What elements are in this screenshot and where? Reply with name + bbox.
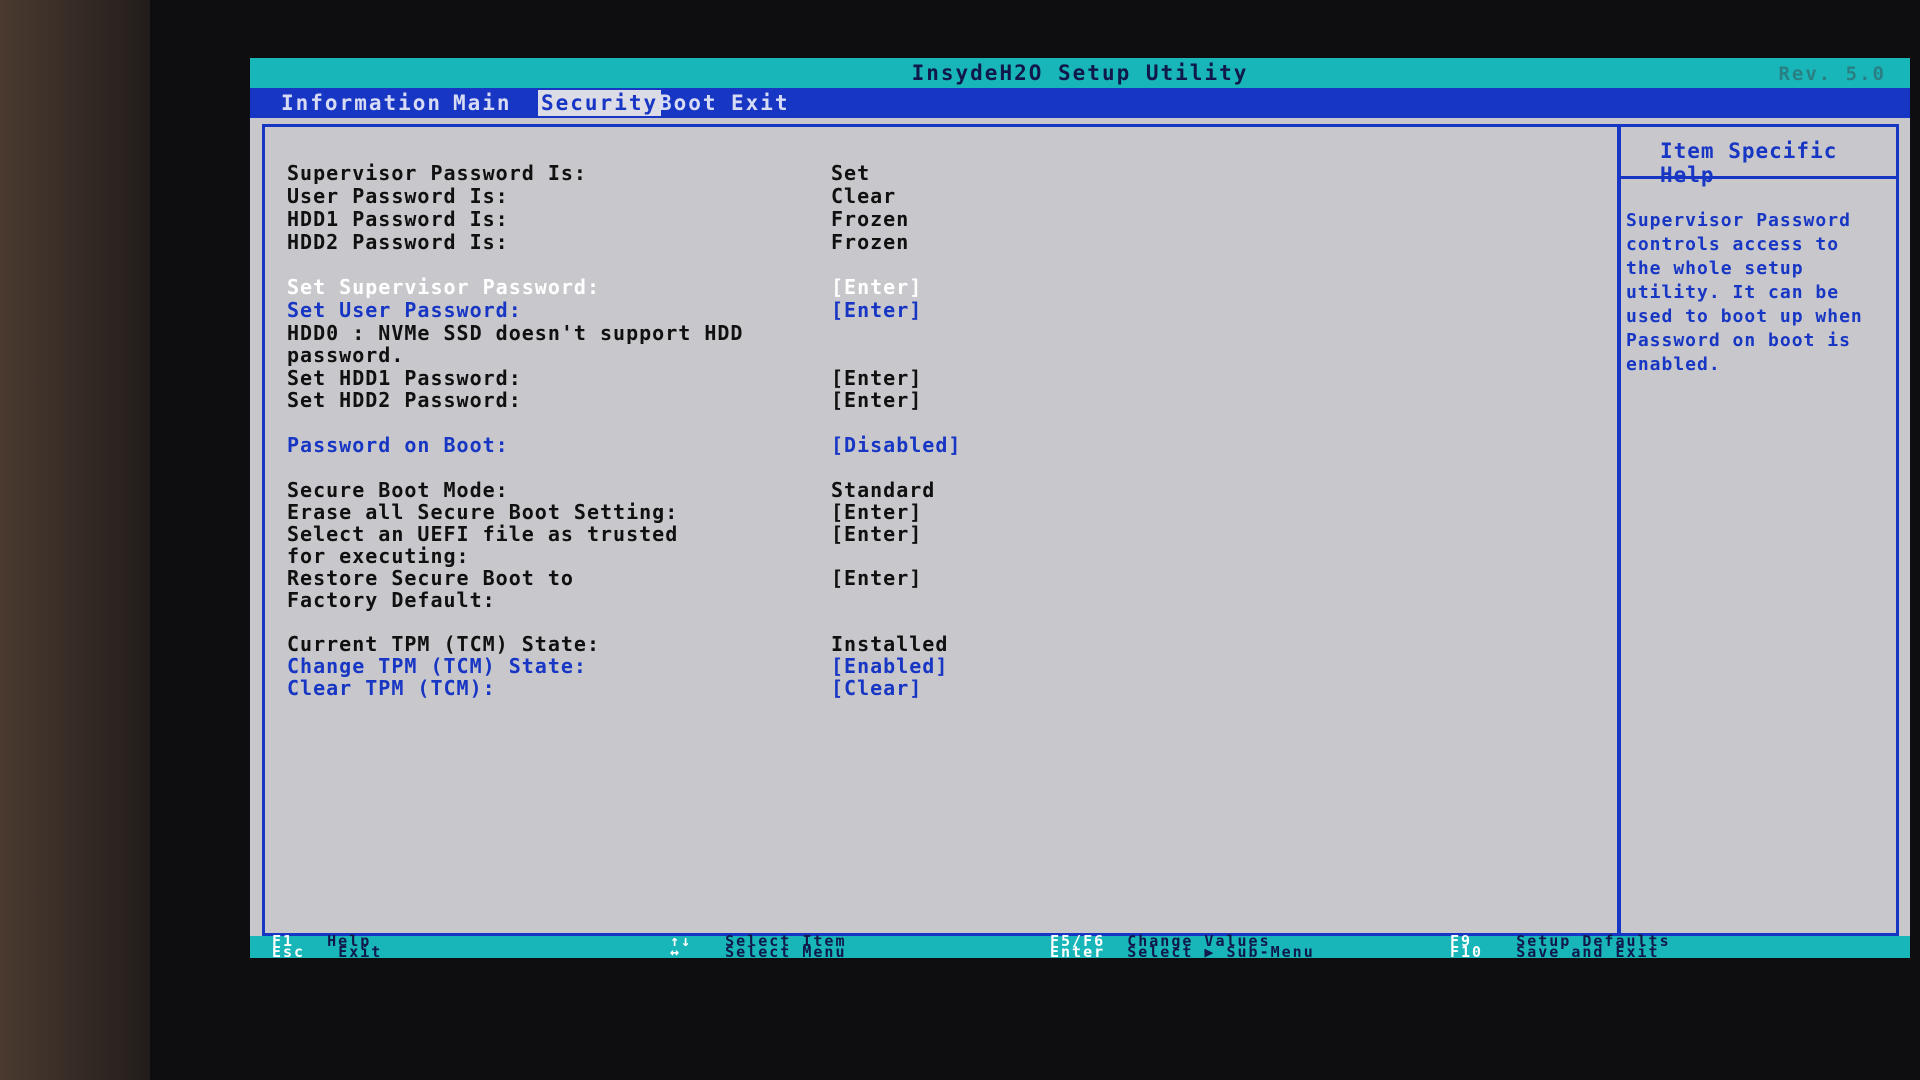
settings-panel: Supervisor Password Is: Set User Passwor…	[262, 124, 1621, 936]
change-tpm-state-item[interactable]: Change TPM (TCM) State:	[287, 654, 587, 678]
password-on-boot-value[interactable]: [Disabled]	[831, 433, 961, 457]
current-tpm-state-value: Installed	[831, 632, 949, 656]
save-and-exit-desc: Save and Exit	[1516, 943, 1660, 959]
restore-secure-boot-label: Restore Secure Boot to	[287, 566, 574, 590]
user-password-status-label: User Password Is:	[287, 184, 509, 208]
esc-desc: Exit	[338, 943, 383, 959]
sub-menu-desc: Select ▶ Sub-Menu	[1127, 943, 1315, 959]
window-title: InsydeH2O Setup Utility	[911, 61, 1249, 85]
tab-exit[interactable]: Exit	[728, 90, 793, 116]
bios-screen: InsydeH2O Setup Utility Rev. 5.0 Informa…	[250, 58, 1910, 958]
change-tpm-state-value[interactable]: [Enabled]	[831, 654, 948, 678]
user-password-status-value: Clear	[831, 184, 897, 208]
tab-main[interactable]: Main	[450, 90, 515, 116]
secure-boot-mode-value: Standard	[831, 478, 936, 502]
secure-boot-mode-label: Secure Boot Mode:	[287, 478, 509, 502]
select-uefi-file-label: Select an UEFI file as trusted	[287, 522, 679, 546]
set-hdd2-password-value: [Enter]	[831, 388, 923, 412]
footer-keys-help-exit: F1 Help Esc Exit	[272, 934, 383, 959]
enter-key: Enter	[1050, 943, 1106, 959]
set-hdd1-password-value: [Enter]	[831, 366, 923, 390]
hdd1-password-status-value: Frozen	[831, 207, 910, 231]
hdd2-password-status-value: Frozen	[831, 230, 910, 254]
help-text: Supervisor Password controls access to t…	[1626, 210, 1863, 375]
password-on-boot-item[interactable]: Password on Boot:	[287, 433, 509, 457]
title-bar: InsydeH2O Setup Utility Rev. 5.0	[250, 58, 1910, 88]
footer-keys-defaults: F9 Setup Defaults F10 Save and Exit	[1450, 934, 1671, 959]
set-hdd1-password-label: Set HDD1 Password:	[287, 366, 522, 390]
left-right-arrows-icon: ↔	[670, 943, 682, 959]
clear-tpm-item[interactable]: Clear TPM (TCM):	[287, 676, 496, 700]
set-user-password-item[interactable]: Set User Password:	[287, 298, 522, 322]
f10-key: F10	[1450, 943, 1484, 959]
erase-secure-boot-value: [Enter]	[831, 500, 923, 524]
tab-information[interactable]: Information	[278, 90, 445, 116]
set-user-password-value[interactable]: [Enter]	[831, 298, 922, 322]
revision-label: Rev. 5.0	[1778, 63, 1886, 85]
tab-boot[interactable]: Boot	[656, 90, 721, 116]
esc-key: Esc	[272, 943, 306, 959]
hdd1-password-status-label: HDD1 Password Is:	[287, 207, 509, 231]
current-tpm-state-label: Current TPM (TCM) State:	[287, 632, 600, 656]
select-uefi-file-value: [Enter]	[831, 522, 923, 546]
set-supervisor-password-value[interactable]: [Enter]	[831, 275, 922, 299]
hdd2-password-status-label: HDD2 Password Is:	[287, 230, 509, 254]
hdd0-note-line2: password.	[287, 343, 405, 367]
supervisor-password-status-value: Set	[831, 161, 871, 185]
restore-secure-boot-label-line2: Factory Default:	[287, 588, 496, 612]
restore-secure-boot-value: [Enter]	[831, 566, 923, 590]
set-hdd2-password-label: Set HDD2 Password:	[287, 388, 522, 412]
footer-keys-values: F5/F6 Change Values Enter Select ▶ Sub-M…	[1050, 934, 1315, 959]
select-uefi-file-label-line2: for executing:	[287, 544, 470, 568]
key-legend-bar: F1 Help Esc Exit ↑↓ Select Item ↔ Select…	[250, 934, 1910, 959]
tab-security[interactable]: Security	[538, 90, 662, 116]
clear-tpm-value[interactable]: [Clear]	[831, 676, 922, 700]
menu-bar: Information Main Security Boot Exit	[250, 88, 1910, 118]
erase-secure-boot-label: Erase all Secure Boot Setting:	[287, 500, 679, 524]
help-panel: Item Specific Help Supervisor Password c…	[1617, 124, 1899, 936]
footer-keys-navigation: ↑↓ Select Item ↔ Select Menu	[670, 934, 847, 959]
supervisor-password-status-label: Supervisor Password Is:	[287, 161, 587, 185]
hdd0-note-line1: HDD0 : NVMe SSD doesn't support HDD	[287, 321, 744, 345]
set-supervisor-password-item[interactable]: Set Supervisor Password:	[287, 275, 600, 299]
select-menu-desc: Select Menu	[725, 943, 847, 959]
help-panel-title: Item Specific Help	[1620, 127, 1896, 187]
